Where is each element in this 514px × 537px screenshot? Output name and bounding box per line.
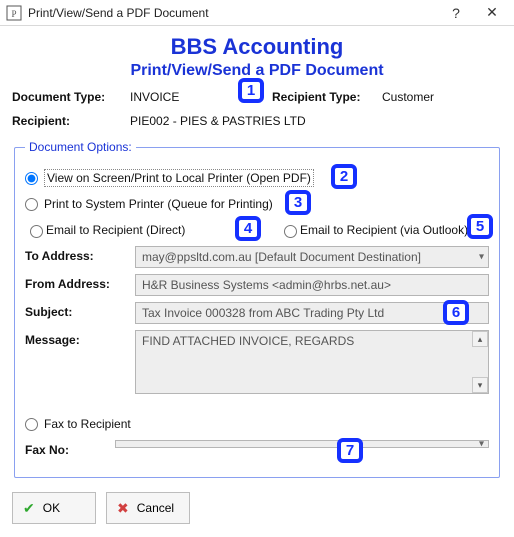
doc-type-value: INVOICE [130, 90, 254, 104]
help-button[interactable]: ? [438, 0, 474, 26]
message-row: Message: FIND ATTACHED INVOICE, REGARDS … [25, 330, 489, 394]
recipient-label: Recipient: [12, 114, 130, 128]
cancel-button-label: Cancel [137, 501, 174, 515]
scroll-up-button[interactable]: ▴ [472, 331, 488, 347]
check-icon: ✔ [23, 500, 35, 517]
app-subtitle: Print/View/Send a PDF Document [12, 62, 502, 80]
button-bar: ✔ OK ✖ Cancel [12, 492, 502, 524]
recipient-row: Recipient: PIE002 - PIES & PASTRIES LTD [12, 114, 502, 128]
to-address-label: To Address: [25, 246, 135, 263]
to-address-row: To Address: may@ppsltd.com.au [Default D… [25, 246, 489, 268]
subject-label: Subject: [25, 302, 135, 319]
chevron-down-icon: ▾ [479, 252, 484, 263]
subject-input[interactable]: Tax Invoice 000328 from ABC Trading Pty … [135, 302, 489, 324]
message-label: Message: [25, 330, 135, 347]
to-address-combo[interactable]: may@ppsltd.com.au [Default Document Dest… [135, 246, 489, 268]
option-email-outlook-label[interactable]: Email to Recipient (via Outlook) [300, 223, 468, 237]
ok-button[interactable]: ✔ OK [12, 492, 96, 524]
svg-text:P: P [11, 9, 16, 19]
app-title: BBS Accounting [12, 34, 502, 60]
cancel-button[interactable]: ✖ Cancel [106, 492, 190, 524]
recip-type-label: Recipient Type: [272, 90, 382, 104]
close-button[interactable]: ✕ [474, 0, 510, 26]
chevron-up-icon: ▴ [478, 334, 483, 345]
window-title: Print/View/Send a PDF Document [28, 6, 438, 20]
app-icon: P [6, 5, 22, 21]
option-sysprint-label[interactable]: Print to System Printer (Queue for Print… [44, 197, 273, 211]
chevron-down-icon: ▾ [479, 439, 484, 450]
fax-no-label: Fax No: [25, 440, 115, 457]
option-sysprint-row: Print to System Printer (Queue for Print… [25, 194, 489, 214]
from-address-label: From Address: [25, 274, 135, 291]
option-email-row: Email to Recipient (Direct) 4 Email to R… [25, 220, 489, 240]
from-address-value: H&R Business Systems <admin@hrbs.net.au> [142, 278, 391, 292]
option-email-outlook-radio[interactable] [284, 225, 297, 238]
doc-type-row: Document Type: INVOICE Recipient Type: C… [12, 90, 502, 104]
document-options-group: Document Options: View on Screen/Print t… [14, 140, 500, 478]
cross-icon: ✖ [117, 500, 129, 517]
doc-type-label: Document Type: [12, 90, 130, 104]
chevron-down-icon: ▾ [478, 380, 483, 391]
option-fax-label[interactable]: Fax to Recipient [44, 417, 131, 431]
titlebar: P Print/View/Send a PDF Document ? ✕ [0, 0, 514, 26]
option-view-row: View on Screen/Print to Local Printer (O… [25, 168, 489, 188]
option-view-label[interactable]: View on Screen/Print to Local Printer (O… [44, 169, 314, 187]
recipient-value: PIE002 - PIES & PASTRIES LTD [130, 114, 306, 128]
option-email-direct-radio[interactable] [30, 225, 43, 238]
from-address-input[interactable]: H&R Business Systems <admin@hrbs.net.au> [135, 274, 489, 296]
subject-value: Tax Invoice 000328 from ABC Trading Pty … [142, 306, 384, 320]
option-view-radio[interactable] [25, 172, 38, 185]
callout-2: 2 [331, 164, 357, 189]
option-email-direct-label[interactable]: Email to Recipient (Direct) [46, 223, 185, 237]
to-address-value: may@ppsltd.com.au [Default Document Dest… [142, 250, 421, 264]
ok-button-label: OK [43, 501, 60, 515]
fax-no-combo[interactable]: ▾ [115, 440, 489, 448]
from-address-row: From Address: H&R Business Systems <admi… [25, 274, 489, 296]
option-fax-radio[interactable] [25, 418, 38, 431]
client-area: BBS Accounting Print/View/Send a PDF Doc… [0, 26, 514, 536]
message-value: FIND ATTACHED INVOICE, REGARDS [142, 334, 354, 348]
scroll-down-button[interactable]: ▾ [472, 377, 488, 393]
message-textarea[interactable]: FIND ATTACHED INVOICE, REGARDS [135, 330, 489, 394]
close-icon: ✕ [486, 4, 498, 21]
document-options-legend: Document Options: [25, 140, 136, 154]
recip-type-value: Customer [382, 90, 434, 104]
option-fax-row: Fax to Recipient [25, 414, 489, 434]
subject-row: Subject: Tax Invoice 000328 from ABC Tra… [25, 302, 489, 324]
callout-3: 3 [285, 190, 311, 215]
fax-no-row: Fax No: ▾ 7 [25, 440, 489, 457]
option-sysprint-radio[interactable] [25, 198, 38, 211]
